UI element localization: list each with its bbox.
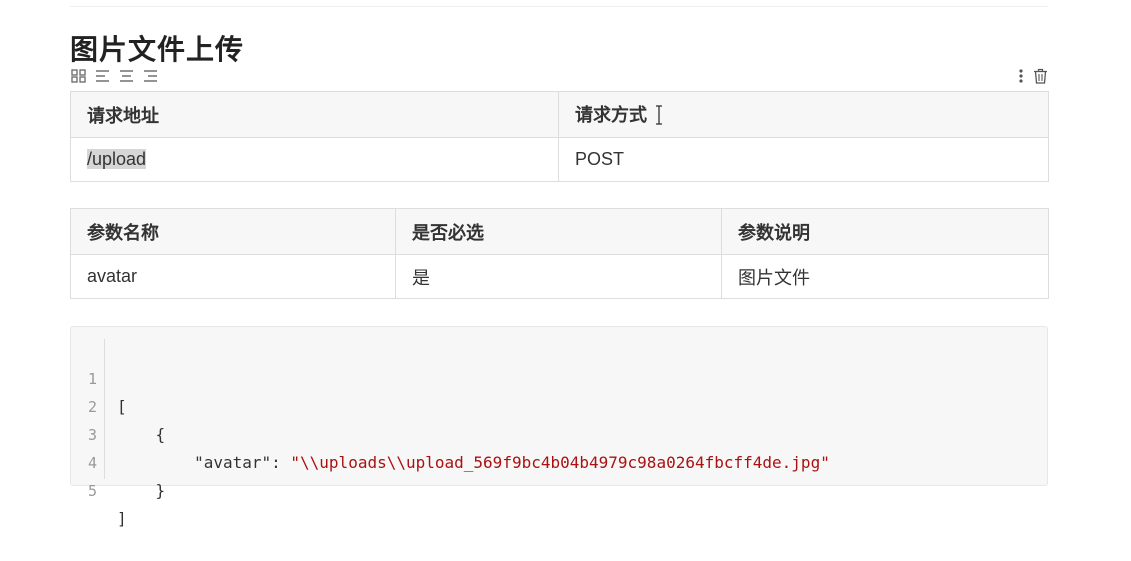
cell-text: avatar xyxy=(87,266,138,286)
text-cursor-icon xyxy=(655,105,663,130)
top-divider xyxy=(70,6,1048,7)
table-header-cell[interactable]: 请求方式 xyxy=(558,91,1049,138)
table-toolbar xyxy=(70,68,1048,84)
table-cell[interactable]: 图片文件 xyxy=(721,254,1049,299)
table-row: /upload POST xyxy=(70,137,1049,182)
table-cell[interactable]: POST xyxy=(558,137,1049,182)
align-center-icon[interactable] xyxy=(118,68,135,84)
table-row: avatar 是 图片文件 xyxy=(70,254,1049,299)
code-text: } xyxy=(117,477,166,505)
code-token: } xyxy=(117,481,166,500)
table-cell[interactable]: avatar xyxy=(70,254,396,299)
grid-icon[interactable] xyxy=(70,68,87,84)
table-header-cell[interactable]: 是否必选 xyxy=(395,208,722,255)
table-cell[interactable]: /upload xyxy=(70,137,559,182)
header-label: 参数说明 xyxy=(738,222,810,243)
request-info-table: 请求地址 请求方式 /upload POST xyxy=(70,91,1049,182)
code-token: ] xyxy=(117,509,127,528)
params-table: 参数名称 是否必选 参数说明 avatar 是 图片文件 xyxy=(70,208,1049,299)
table-toolbar-right xyxy=(1017,68,1048,84)
more-vertical-icon[interactable] xyxy=(1017,68,1025,84)
table-cell[interactable]: 是 xyxy=(395,254,722,299)
line-number: 5 xyxy=(87,482,97,500)
align-left-icon[interactable] xyxy=(94,68,111,84)
table-header-row: 参数名称 是否必选 参数说明 xyxy=(70,208,1049,255)
cell-text: 图片文件 xyxy=(738,267,810,288)
table-header-cell[interactable]: 请求地址 xyxy=(70,91,559,138)
code-text: ] xyxy=(117,505,127,533)
cell-text: POST xyxy=(575,149,625,169)
header-label: 请求地址 xyxy=(87,105,159,126)
table-header-cell[interactable]: 参数名称 xyxy=(70,208,396,255)
align-right-icon[interactable] xyxy=(142,68,159,84)
header-label: 请求方式 xyxy=(575,104,647,125)
code-line: 1 [ xyxy=(71,337,1047,416)
trash-icon[interactable] xyxy=(1033,68,1048,84)
cell-text: 是 xyxy=(412,267,430,288)
table-header-row: 请求地址 请求方式 xyxy=(70,91,1049,138)
code-line: 5 ] xyxy=(71,449,1047,528)
header-label: 参数名称 xyxy=(87,222,159,243)
code-line: 2 { xyxy=(71,365,1047,444)
code-line: 4 } xyxy=(71,421,1047,500)
selected-cell-text: /upload xyxy=(87,149,147,169)
code-line: 3 "avatar": "\\uploads\\upload_569f9bc4b… xyxy=(71,393,1047,472)
header-label: 是否必选 xyxy=(412,222,484,243)
table-header-cell[interactable]: 参数说明 xyxy=(721,208,1049,255)
table-toolbar-left xyxy=(70,68,159,84)
page-title: 图片文件上传 xyxy=(70,34,245,65)
code-block[interactable]: 1 [ 2 { 3 "avatar": "\\uploads\\upload_5… xyxy=(70,326,1048,528)
